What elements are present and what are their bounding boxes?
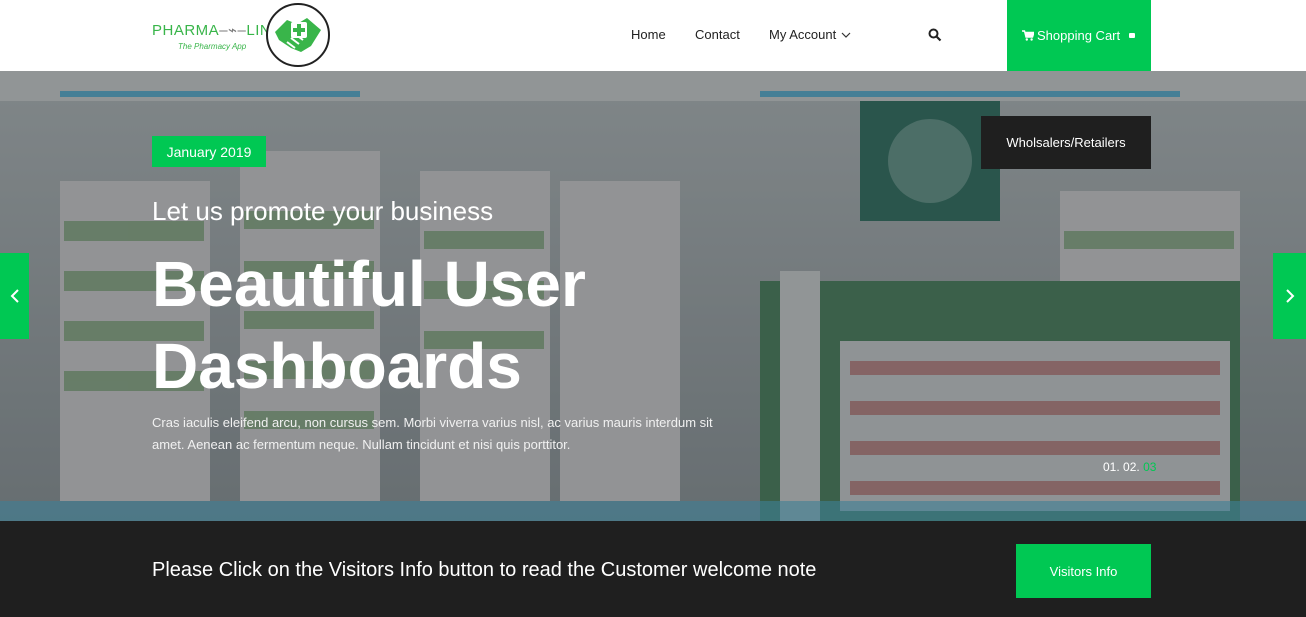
- hero-slider: January 2019 Let us promote your busines…: [0, 71, 1306, 521]
- nav-contact[interactable]: Contact: [695, 27, 740, 42]
- slide-pager-2[interactable]: 02.: [1123, 460, 1140, 474]
- cart-indicator: [1129, 33, 1135, 38]
- chevron-down-icon: [841, 32, 851, 38]
- brand-wordmark: PHARMA–⌁–LINK: [152, 21, 282, 39]
- slide-pager-3[interactable]: 03: [1143, 460, 1156, 474]
- brand-tagline: The Pharmacy App: [178, 42, 247, 51]
- search-icon[interactable]: [928, 28, 942, 42]
- hero-subtitle: Let us promote your business: [152, 196, 494, 226]
- slide-pager-1[interactable]: 01.: [1103, 460, 1120, 474]
- pulse-dash: –⌁–: [219, 22, 247, 39]
- nav-my-account[interactable]: My Account: [769, 27, 852, 42]
- visitors-info-message: Please Click on the Visitors Info button…: [152, 559, 817, 581]
- handshake-cross-icon: [266, 3, 330, 67]
- visitors-info-bar: Please Click on the Visitors Info button…: [0, 521, 1306, 617]
- chevron-left-icon: [10, 289, 19, 303]
- slider-prev-button[interactable]: [0, 253, 29, 339]
- shopping-cart-label: Shopping Cart: [1037, 28, 1121, 43]
- shopping-cart-button[interactable]: Shopping Cart: [1007, 0, 1151, 71]
- slide-pager: 01. 02. 03: [1103, 460, 1156, 474]
- shopping-cart-icon: [1022, 30, 1034, 41]
- hero-description: Cras iaculis eleifend arcu, non cursus s…: [152, 415, 713, 452]
- brand-logo[interactable]: PHARMA–⌁–LINK The Pharmacy App: [152, 2, 334, 68]
- visitors-info-button[interactable]: Visitors Info: [1016, 544, 1151, 598]
- chevron-right-icon: [1285, 289, 1294, 303]
- slider-next-button[interactable]: [1273, 253, 1306, 339]
- site-header: PHARMA–⌁–LINK The Pharmacy App Home Cont…: [0, 0, 1306, 71]
- nav-my-account-label: My Account: [769, 27, 837, 42]
- nav-home[interactable]: Home: [631, 27, 666, 42]
- wholesalers-retailers-button[interactable]: Wholsalers/Retailers: [981, 116, 1151, 169]
- brand-name-left: PHARMA: [152, 22, 220, 39]
- hero-title: Beautiful User Dashboards: [152, 248, 586, 402]
- date-badge: January 2019: [152, 136, 266, 167]
